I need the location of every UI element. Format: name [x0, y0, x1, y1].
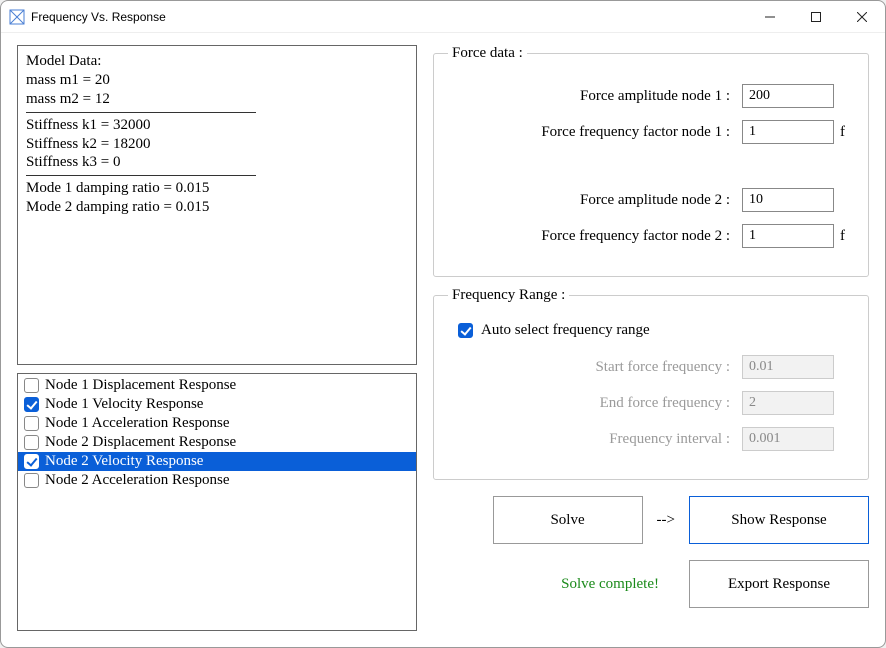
- app-icon: [9, 9, 25, 25]
- app-window: Frequency Vs. Response Model Data: mass …: [0, 0, 886, 648]
- start-freq-label: Start force frequency :: [448, 359, 742, 376]
- status-row: Solve complete! Export Response: [433, 560, 869, 608]
- response-label: Node 2 Velocity Response: [45, 453, 203, 470]
- response-option[interactable]: Node 1 Displacement Response: [18, 376, 416, 395]
- model-line: mass m2 = 12: [26, 90, 408, 109]
- response-option[interactable]: Node 1 Velocity Response: [18, 395, 416, 414]
- model-data-panel: Model Data: mass m1 = 20 mass m2 = 12 St…: [17, 45, 417, 365]
- freq-suffix: f: [834, 124, 854, 141]
- frequency-range-group: Frequency Range : Auto select frequency …: [433, 287, 869, 480]
- model-data-heading: Model Data:: [26, 52, 408, 71]
- arrow-indicator: -->: [657, 512, 675, 529]
- content-area: Model Data: mass m1 = 20 mass m2 = 12 St…: [1, 33, 885, 647]
- right-column: Force data : Force amplitude node 1 : Fo…: [433, 45, 869, 631]
- response-checkbox[interactable]: [24, 397, 39, 412]
- response-label: Node 1 Displacement Response: [45, 377, 236, 394]
- force-data-legend: Force data :: [448, 45, 527, 62]
- force-amp1-input[interactable]: [742, 84, 834, 108]
- model-line: Mode 2 damping ratio = 0.015: [26, 198, 408, 217]
- response-label: Node 1 Velocity Response: [45, 396, 203, 413]
- response-option[interactable]: Node 2 Displacement Response: [18, 433, 416, 452]
- solve-button[interactable]: Solve: [493, 496, 643, 544]
- response-options-list[interactable]: Node 1 Displacement Response Node 1 Veloc…: [17, 373, 417, 631]
- window-title: Frequency Vs. Response: [31, 10, 166, 24]
- response-option[interactable]: Node 2 Acceleration Response: [18, 471, 416, 490]
- model-line: Stiffness k2 = 18200: [26, 135, 408, 154]
- maximize-button[interactable]: [793, 1, 839, 33]
- response-label: Node 2 Displacement Response: [45, 434, 236, 451]
- left-column: Model Data: mass m1 = 20 mass m2 = 12 St…: [17, 45, 417, 631]
- export-response-button[interactable]: Export Response: [689, 560, 869, 608]
- response-checkbox[interactable]: [24, 416, 39, 431]
- titlebar: Frequency Vs. Response: [1, 1, 885, 33]
- freq-suffix: f: [834, 228, 854, 245]
- response-checkbox[interactable]: [24, 454, 39, 469]
- interval-input: [742, 427, 834, 451]
- response-checkbox[interactable]: [24, 473, 39, 488]
- status-message: Solve complete!: [561, 576, 659, 593]
- model-line: Stiffness k3 = 0: [26, 153, 408, 172]
- force-amp2-label: Force amplitude node 2 :: [448, 192, 742, 209]
- force-amp1-label: Force amplitude node 1 :: [448, 88, 742, 105]
- show-response-button[interactable]: Show Response: [689, 496, 869, 544]
- force-data-group: Force data : Force amplitude node 1 : Fo…: [433, 45, 869, 277]
- action-button-row: Solve --> Show Response: [433, 496, 869, 544]
- response-option[interactable]: Node 1 Acceleration Response: [18, 414, 416, 433]
- force-amp2-input[interactable]: [742, 188, 834, 212]
- freq-range-legend: Frequency Range :: [448, 287, 569, 304]
- start-freq-input: [742, 355, 834, 379]
- response-checkbox[interactable]: [24, 378, 39, 393]
- end-freq-label: End force frequency :: [448, 395, 742, 412]
- response-label: Node 1 Acceleration Response: [45, 415, 230, 432]
- response-label: Node 2 Acceleration Response: [45, 472, 230, 489]
- divider: [26, 175, 256, 176]
- divider: [26, 112, 256, 113]
- end-freq-input: [742, 391, 834, 415]
- minimize-button[interactable]: [747, 1, 793, 33]
- force-freq1-input[interactable]: [742, 120, 834, 144]
- response-checkbox[interactable]: [24, 435, 39, 450]
- close-button[interactable]: [839, 1, 885, 33]
- force-freq2-label: Force frequency factor node 2 :: [448, 228, 742, 245]
- model-line: Stiffness k1 = 32000: [26, 116, 408, 135]
- auto-select-checkbox[interactable]: [458, 323, 473, 338]
- interval-label: Frequency interval :: [448, 431, 742, 448]
- auto-select-label: Auto select frequency range: [481, 322, 650, 339]
- model-line: Mode 1 damping ratio = 0.015: [26, 179, 408, 198]
- force-freq2-input[interactable]: [742, 224, 834, 248]
- force-freq1-label: Force frequency factor node 1 :: [448, 124, 742, 141]
- response-option[interactable]: Node 2 Velocity Response: [18, 452, 416, 471]
- model-line: mass m1 = 20: [26, 71, 408, 90]
